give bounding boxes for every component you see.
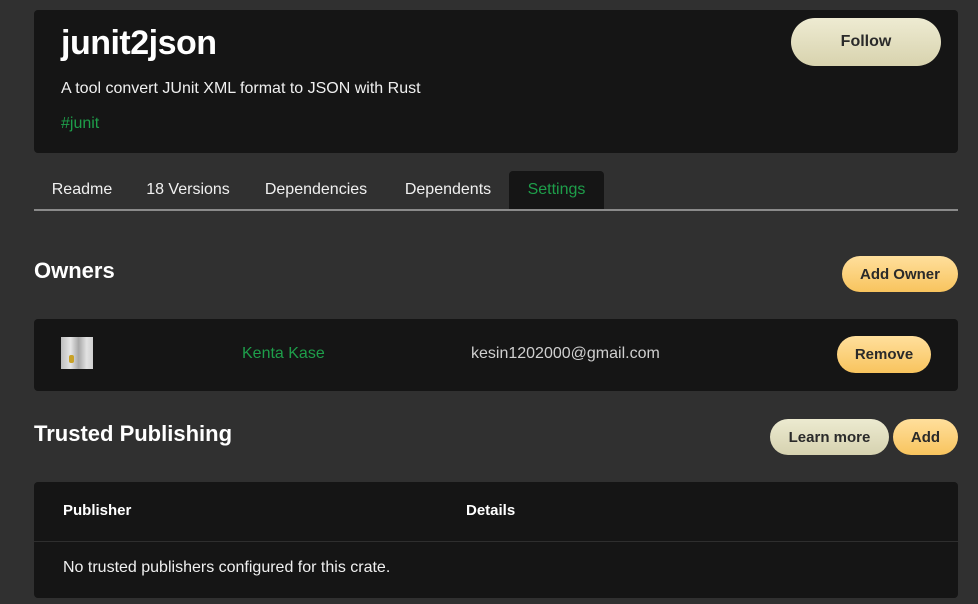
add-owner-button[interactable]: Add Owner: [842, 256, 958, 292]
table-divider: [34, 541, 958, 542]
trusted-publishing-heading: Trusted Publishing: [34, 421, 233, 446]
tab-dependents[interactable]: Dependents: [394, 171, 502, 209]
tab-dependencies[interactable]: Dependencies: [254, 171, 378, 209]
follow-button[interactable]: Follow: [791, 18, 941, 66]
tab-settings[interactable]: Settings: [509, 171, 604, 209]
column-header-details: Details: [466, 502, 516, 519]
remove-owner-button[interactable]: Remove: [837, 336, 931, 373]
owner-row: Kenta Kase kesin1202000@gmail.com Remove: [34, 319, 958, 391]
add-publisher-button[interactable]: Add: [893, 419, 958, 455]
owner-email: kesin1202000@gmail.com: [471, 345, 660, 362]
tab-versions[interactable]: 18 Versions: [134, 171, 242, 209]
keyword-link[interactable]: #junit: [61, 115, 99, 133]
column-header-publisher: Publisher: [63, 502, 132, 519]
crate-tabs: Readme 18 Versions Dependencies Dependen…: [34, 171, 958, 211]
tab-readme[interactable]: Readme: [40, 171, 124, 209]
owner-name-link[interactable]: Kenta Kase: [242, 345, 325, 363]
crate-title: junit2json: [61, 24, 217, 62]
avatar-decoration: [69, 355, 74, 363]
trusted-publishers-table: Publisher Details No trusted publishers …: [34, 482, 958, 598]
crate-header: junit2json A tool convert JUnit XML form…: [34, 10, 958, 153]
owners-heading: Owners: [34, 258, 115, 283]
empty-state-message: No trusted publishers configured for thi…: [63, 559, 391, 576]
learn-more-button[interactable]: Learn more: [770, 419, 889, 455]
crate-description: A tool convert JUnit XML format to JSON …: [61, 80, 421, 97]
avatar: [61, 337, 93, 369]
